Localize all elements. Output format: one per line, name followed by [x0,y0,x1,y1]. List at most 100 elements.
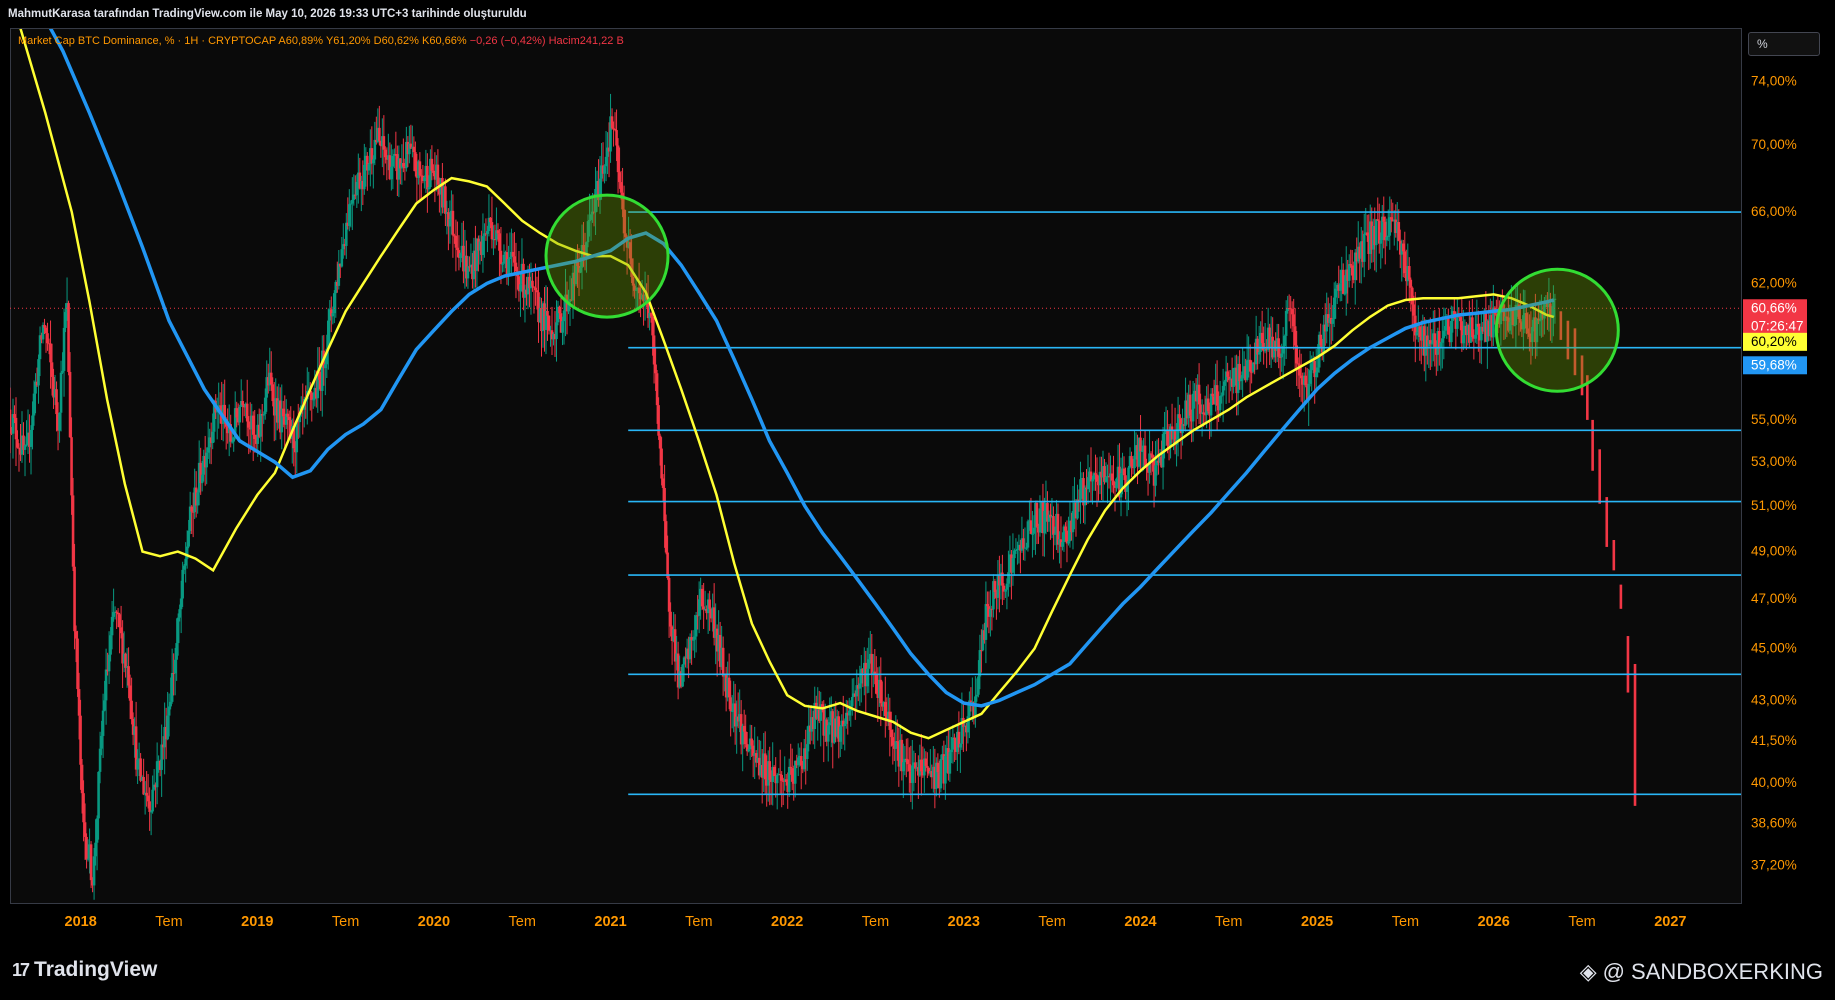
candle-body [649,312,653,317]
scale-mode-button[interactable]: % [1748,32,1820,56]
candle-body [843,723,847,727]
candle-body [616,145,620,173]
y-axis-tick-label: 55,00% [1751,412,1797,427]
candle-body [456,247,459,251]
candle-body [1004,589,1007,592]
candle-body [669,611,672,627]
legend-symbol[interactable]: Market Cap BTC Dominance, % · 1H · CRYPT… [18,35,276,47]
candle-body [826,725,830,742]
highlight-circle[interactable] [1494,267,1620,393]
candle-body [79,715,82,765]
candle-body [1133,455,1136,469]
x-axis-tick-label: Tem [1392,914,1419,930]
x-axis-tick-label: 2024 [1124,914,1156,930]
candle-body [546,311,549,316]
candle-body [1241,371,1244,379]
candle-body [658,435,662,449]
candle-body [1043,510,1046,534]
candle-body [501,263,504,265]
candle-body [1064,526,1067,531]
candle-body [1407,266,1411,280]
candle-body [173,659,177,674]
legend-volume: Hacim241,22 B [548,35,624,47]
candle-body [1119,473,1123,498]
candle-body [847,710,851,716]
candle-body [727,677,731,698]
candle-body [1410,287,1414,305]
candle-body [1296,363,1300,365]
price-chart[interactable]: 74,00% 70,00% 66,00% 62,00% 55,00% 53,00% 51,0… [0,0,1835,940]
candle-body [867,659,871,669]
candle-body [83,822,87,837]
candle-body [513,256,516,263]
candle-body [1091,479,1094,482]
candle-body [55,389,58,415]
candle-body [331,313,335,317]
candle-body [547,315,551,331]
candle-body [1202,412,1205,415]
candle-body [1474,334,1477,339]
candle-body [1280,353,1283,358]
candle-body [1310,363,1313,371]
candle-body [10,409,12,428]
y-axis-tick-label: 62,00% [1751,275,1797,290]
candle-body [73,566,76,632]
candle-body [891,737,895,746]
candle-body [1029,520,1033,534]
candle-body [1319,334,1323,346]
candle-body [92,856,96,886]
candle-body [82,793,85,823]
candle-body [384,149,387,158]
candle-body [1149,453,1153,455]
candle-body [232,437,236,442]
candle-body [799,755,803,766]
candle-body [1365,232,1369,236]
candle-body [160,744,163,770]
candle-body [263,397,267,415]
candle-body [62,327,66,371]
highlight-circle[interactable] [544,193,670,319]
candle-body [89,844,93,881]
candle-body [532,286,536,288]
candle-body [1154,465,1157,486]
candle-body [1122,468,1126,476]
candle-body [1038,508,1042,533]
candle-body [1007,572,1010,584]
candle-body [555,322,558,340]
y-axis-tick-label: 74,00% [1751,74,1797,89]
candle-body [151,789,154,812]
candle-body [363,164,366,190]
candle-body [924,758,928,766]
candle-body [1308,370,1312,384]
candle-body [1412,304,1416,316]
candle-body [1379,240,1383,244]
tradingview-logo[interactable]: 17 TradingView [12,958,157,982]
candle-body [74,631,78,639]
candle-body [702,606,705,610]
candle-body [1220,395,1223,397]
candle-body [351,199,354,204]
candle-body [269,372,273,385]
candle-body [311,399,315,401]
candle-body [603,166,606,174]
x-axis-tick-label: 2026 [1478,914,1510,930]
candle-body [466,266,470,279]
candle-body [286,413,290,417]
candle-body [196,492,199,506]
candle-body [481,236,485,255]
candle-body [1429,340,1432,344]
candle-body [780,774,784,781]
candle-body [1014,549,1018,551]
candle-body [16,439,19,448]
x-axis-tick-label: 2023 [948,914,980,930]
x-axis-tick-label: 2018 [65,914,97,930]
candle-body [1347,264,1351,281]
candle-body [681,664,684,687]
candle-body [49,343,52,363]
legend-open: A60,89% [278,35,324,47]
candle-body [148,801,151,812]
candle-body [459,253,462,258]
candle-body [1143,445,1147,466]
candle-body [1401,243,1405,252]
candle-body [414,152,417,172]
